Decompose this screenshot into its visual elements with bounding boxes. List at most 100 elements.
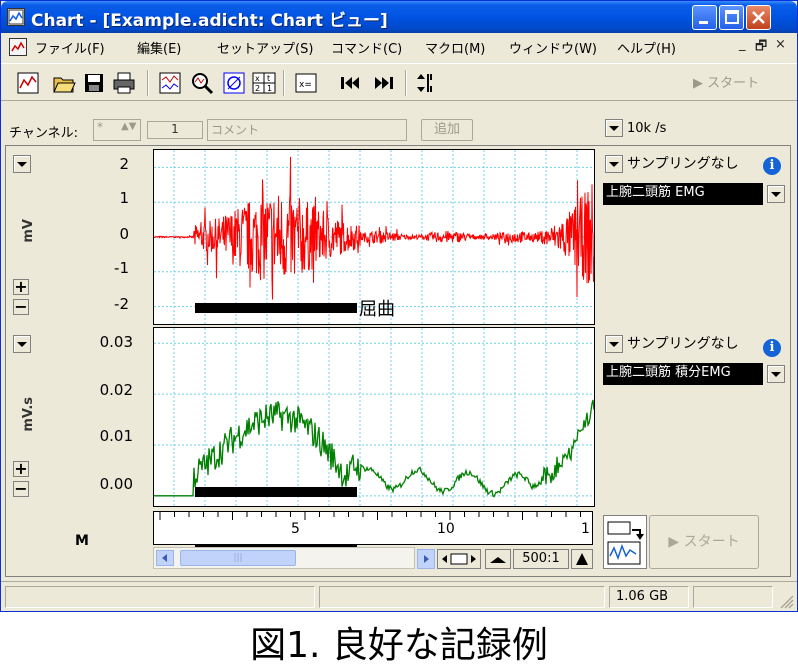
print-icon[interactable] [111, 70, 137, 96]
go-end-icon[interactable] [371, 70, 397, 96]
toolbar: xt21 x= ▶ スタート [1, 63, 797, 101]
ch1-emg-trace [154, 156, 594, 300]
menu-setup[interactable]: セットアップ(S) [217, 38, 313, 57]
scroll-left-button[interactable] [156, 550, 174, 566]
ch1-tick-label: 0 [119, 225, 129, 243]
channel2-plot[interactable] [153, 327, 595, 507]
toolbar-separator [147, 70, 149, 96]
menu-bar: ファイル(F) 編集(E) セットアップ(S) コマンド(C) マクロ(M) ウ… [1, 33, 797, 61]
mdi-minimize-button[interactable]: _ [739, 37, 746, 52]
time-tick-label: 5 [291, 521, 300, 537]
ch2-tick-label: 0.01 [99, 427, 133, 445]
time-tick-label: 10 [437, 521, 455, 537]
toolbar-separator [405, 70, 407, 96]
record-view-icon[interactable] [603, 515, 647, 569]
ch1-tick-label: 1 [119, 189, 129, 207]
ch1-title-dropdown-button[interactable] [767, 185, 785, 203]
resize-grip-icon[interactable] [777, 592, 795, 610]
status-bar: 1.06 GB [1, 581, 797, 611]
svg-text:t: t [267, 74, 270, 83]
ch2-zoom-in-button[interactable]: + [13, 461, 29, 477]
time-tick-label: 1 [581, 521, 590, 537]
window-title: Chart - [Example.adicht: Chart ビュー] [31, 11, 388, 31]
ch2-integrated-trace [154, 399, 594, 498]
menu-file[interactable]: ファイル(F) [35, 38, 105, 57]
save-icon[interactable] [81, 70, 107, 96]
channel-label: チャンネル: [9, 126, 78, 141]
chart-app-icon[interactable] [7, 8, 25, 26]
ch2-title-dropdown-button[interactable] [767, 365, 785, 383]
xy-view-icon[interactable] [221, 70, 247, 96]
menu-macro[interactable]: マクロ(M) [425, 38, 485, 57]
channel1-menu-button[interactable] [13, 155, 31, 173]
status-cell [5, 586, 315, 608]
ch2-sampling-label: サンプリングなし [627, 336, 739, 352]
channel2-menu-button[interactable] [13, 335, 31, 353]
ch1-title[interactable]: 上腕二頭筋 EMG [603, 183, 763, 205]
menu-edit[interactable]: 編集(E) [137, 38, 181, 57]
magnify-icon[interactable] [189, 70, 215, 96]
title-bar[interactable]: Chart - [Example.adicht: Chart ビュー] [1, 1, 797, 33]
horizontal-zoom-icon[interactable] [437, 549, 481, 569]
ch1-unit-label: mV [21, 219, 36, 243]
chart-view-icon[interactable] [15, 70, 41, 96]
ch2-tick-label: 0.00 [99, 475, 133, 493]
document-icon[interactable] [9, 38, 27, 56]
comment-input[interactable]: コメント [207, 119, 407, 141]
open-icon[interactable] [51, 70, 77, 96]
ch2-title[interactable]: 上腕二頭筋 積分EMG [603, 363, 763, 385]
mdi-close-button[interactable]: × [775, 37, 786, 52]
ch1-sampling-label: サンプリングなし [627, 156, 739, 172]
block-icon[interactable] [413, 70, 439, 96]
close-button[interactable] [746, 5, 771, 30]
go-start-icon[interactable] [337, 70, 363, 96]
flexion-bar [195, 487, 357, 497]
scroll-right-button[interactable] [417, 549, 435, 569]
svg-text:2: 2 [255, 84, 260, 93]
comment-icon[interactable]: x= [293, 70, 319, 96]
ch1-zoom-in-button[interactable]: + [13, 279, 29, 295]
ch2-zoom-out-button[interactable]: − [13, 481, 29, 497]
channel-selector-value: * [97, 120, 103, 134]
svg-text:1: 1 [267, 84, 272, 93]
mdi-restore-button[interactable]: 🗗 [755, 37, 767, 59]
add-comment-button[interactable]: 追加 [421, 119, 473, 141]
channel-spin-icon[interactable]: ▲▼ [121, 121, 136, 132]
ch1-tick-label: -2 [114, 295, 129, 313]
figure-caption: 図1. 良好な記録例 [250, 625, 548, 666]
channel-bar: チャンネル: * ▲▼ 1 コメント 追加 10k /s [1, 113, 797, 143]
horizontal-scrollbar[interactable]: ||| [153, 547, 415, 569]
zoom-window-icon[interactable] [157, 70, 183, 96]
marker-icon[interactable]: M [75, 533, 89, 549]
data-pad-icon[interactable]: xt21 [251, 70, 277, 96]
menu-window[interactable]: ウィンドウ(W) [509, 38, 597, 57]
menu-help[interactable]: ヘルプ(H) [617, 38, 676, 57]
time-axis [153, 511, 593, 545]
status-cell [693, 586, 773, 608]
disk-space-status: 1.06 GB [609, 586, 689, 608]
sample-rate-value: 10k /s [627, 121, 667, 136]
application-window: Chart - [Example.adicht: Chart ビュー] ファイル… [0, 0, 798, 612]
menu-command[interactable]: コマンド(C) [331, 38, 402, 57]
zoom-ratio[interactable]: 500:1 [513, 549, 569, 569]
expand-button[interactable] [571, 549, 593, 569]
time-axis-ticks-svg [159, 512, 581, 520]
flexion-bar [195, 303, 357, 313]
channel-number-field[interactable]: 1 [147, 121, 203, 139]
compress-button[interactable] [485, 549, 511, 569]
maximize-button[interactable] [719, 5, 744, 30]
ch1-tick-label: 2 [119, 155, 129, 173]
scroll-thumb[interactable]: ||| [180, 550, 296, 566]
rate-dropdown-button[interactable] [605, 119, 623, 137]
ch1-zoom-out-button[interactable]: − [13, 299, 29, 315]
svg-text:x: x [255, 74, 260, 83]
ch2-sampling-dropdown-button[interactable] [605, 335, 623, 353]
big-start-button[interactable]: ▶ スタート [649, 515, 759, 569]
minimize-button[interactable] [692, 5, 717, 30]
ch1-sampling-dropdown-button[interactable] [605, 155, 623, 173]
ch2-info-icon[interactable]: i [763, 339, 781, 357]
start-button[interactable]: ▶ スタート [693, 72, 759, 91]
ch2-unit-label: mV.s [21, 397, 36, 432]
ch1-info-icon[interactable]: i [763, 157, 781, 175]
ch2-tick-label: 0.03 [99, 333, 133, 351]
